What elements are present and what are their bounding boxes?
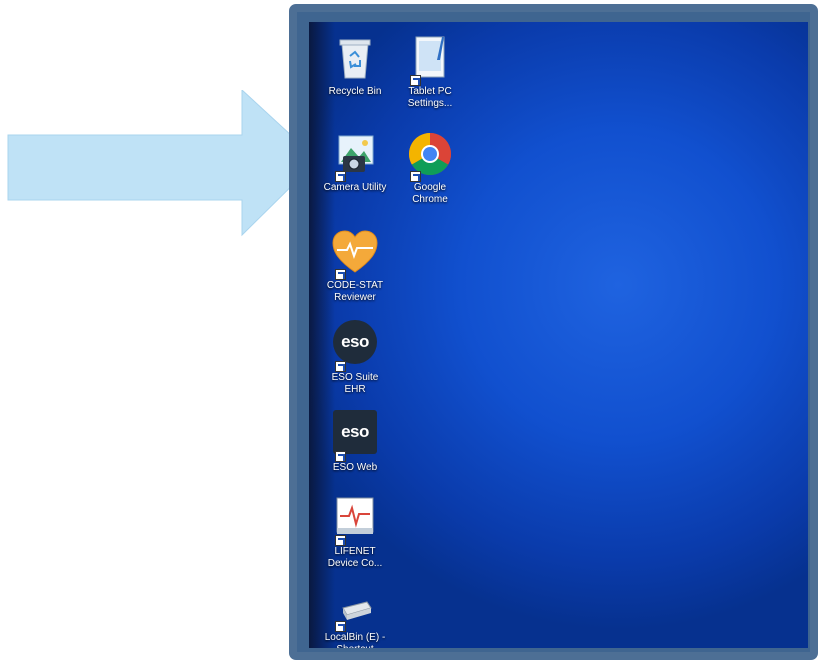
desktop-icon-recycle-bin[interactable]: Recycle Bin [320, 34, 390, 98]
desktop-icon-localbin-shortcut[interactable]: LocalBin (E) - Shortcut [320, 588, 390, 648]
tablet-pc-settings-icon [404, 34, 456, 86]
lifenet-device-icon [329, 494, 381, 546]
shortcut-arrow-icon [335, 535, 346, 546]
camera-utility-icon [329, 130, 381, 182]
eso-logo: eso [333, 320, 377, 364]
code-stat-reviewer-icon [329, 228, 381, 280]
icon-label: LocalBin (E) - Shortcut [324, 632, 386, 648]
icon-label: Recycle Bin [328, 86, 382, 97]
desktop-icon-google-chrome[interactable]: Google Chrome [395, 130, 465, 206]
monitor-frame: Recycle Bin Tablet PC Settings... Camera… [289, 4, 818, 660]
icon-label: Camera Utility [323, 182, 387, 193]
icon-label: LIFENET Device Co... [327, 546, 383, 569]
desktop-icon-code-stat-reviewer[interactable]: CODE-STAT Reviewer [320, 228, 390, 304]
recycle-bin-icon [329, 34, 381, 84]
desktop-icon-camera-utility[interactable]: Camera Utility [320, 130, 390, 194]
icon-label: ESO Web [332, 462, 378, 473]
desktop[interactable]: Recycle Bin Tablet PC Settings... Camera… [309, 22, 808, 648]
desktop-icon-eso-suite-ehr[interactable]: eso ESO Suite EHR [320, 320, 390, 396]
shortcut-arrow-icon [335, 171, 346, 182]
shortcut-arrow-icon [410, 75, 421, 86]
localbin-shortcut-icon [329, 588, 381, 632]
shortcut-arrow-icon [335, 269, 346, 280]
eso-web-icon: eso [329, 410, 381, 462]
eso-logo: eso [333, 410, 377, 454]
eso-suite-ehr-icon: eso [329, 320, 381, 372]
shortcut-arrow-icon [335, 621, 346, 632]
icon-label: Google Chrome [412, 182, 448, 205]
desktop-icon-eso-web[interactable]: eso ESO Web [320, 410, 390, 474]
icon-label: ESO Suite EHR [331, 372, 379, 395]
google-chrome-icon [404, 130, 456, 182]
shortcut-arrow-icon [335, 361, 346, 372]
icon-label: Tablet PC Settings... [407, 86, 453, 109]
desktop-icon-lifenet-device[interactable]: LIFENET Device Co... [320, 494, 390, 570]
shortcut-arrow-icon [335, 451, 346, 462]
icon-label: CODE-STAT Reviewer [326, 280, 384, 303]
pointer-arrow [7, 90, 319, 237]
shortcut-arrow-icon [410, 171, 421, 182]
desktop-icon-tablet-pc-settings[interactable]: Tablet PC Settings... [395, 34, 465, 110]
